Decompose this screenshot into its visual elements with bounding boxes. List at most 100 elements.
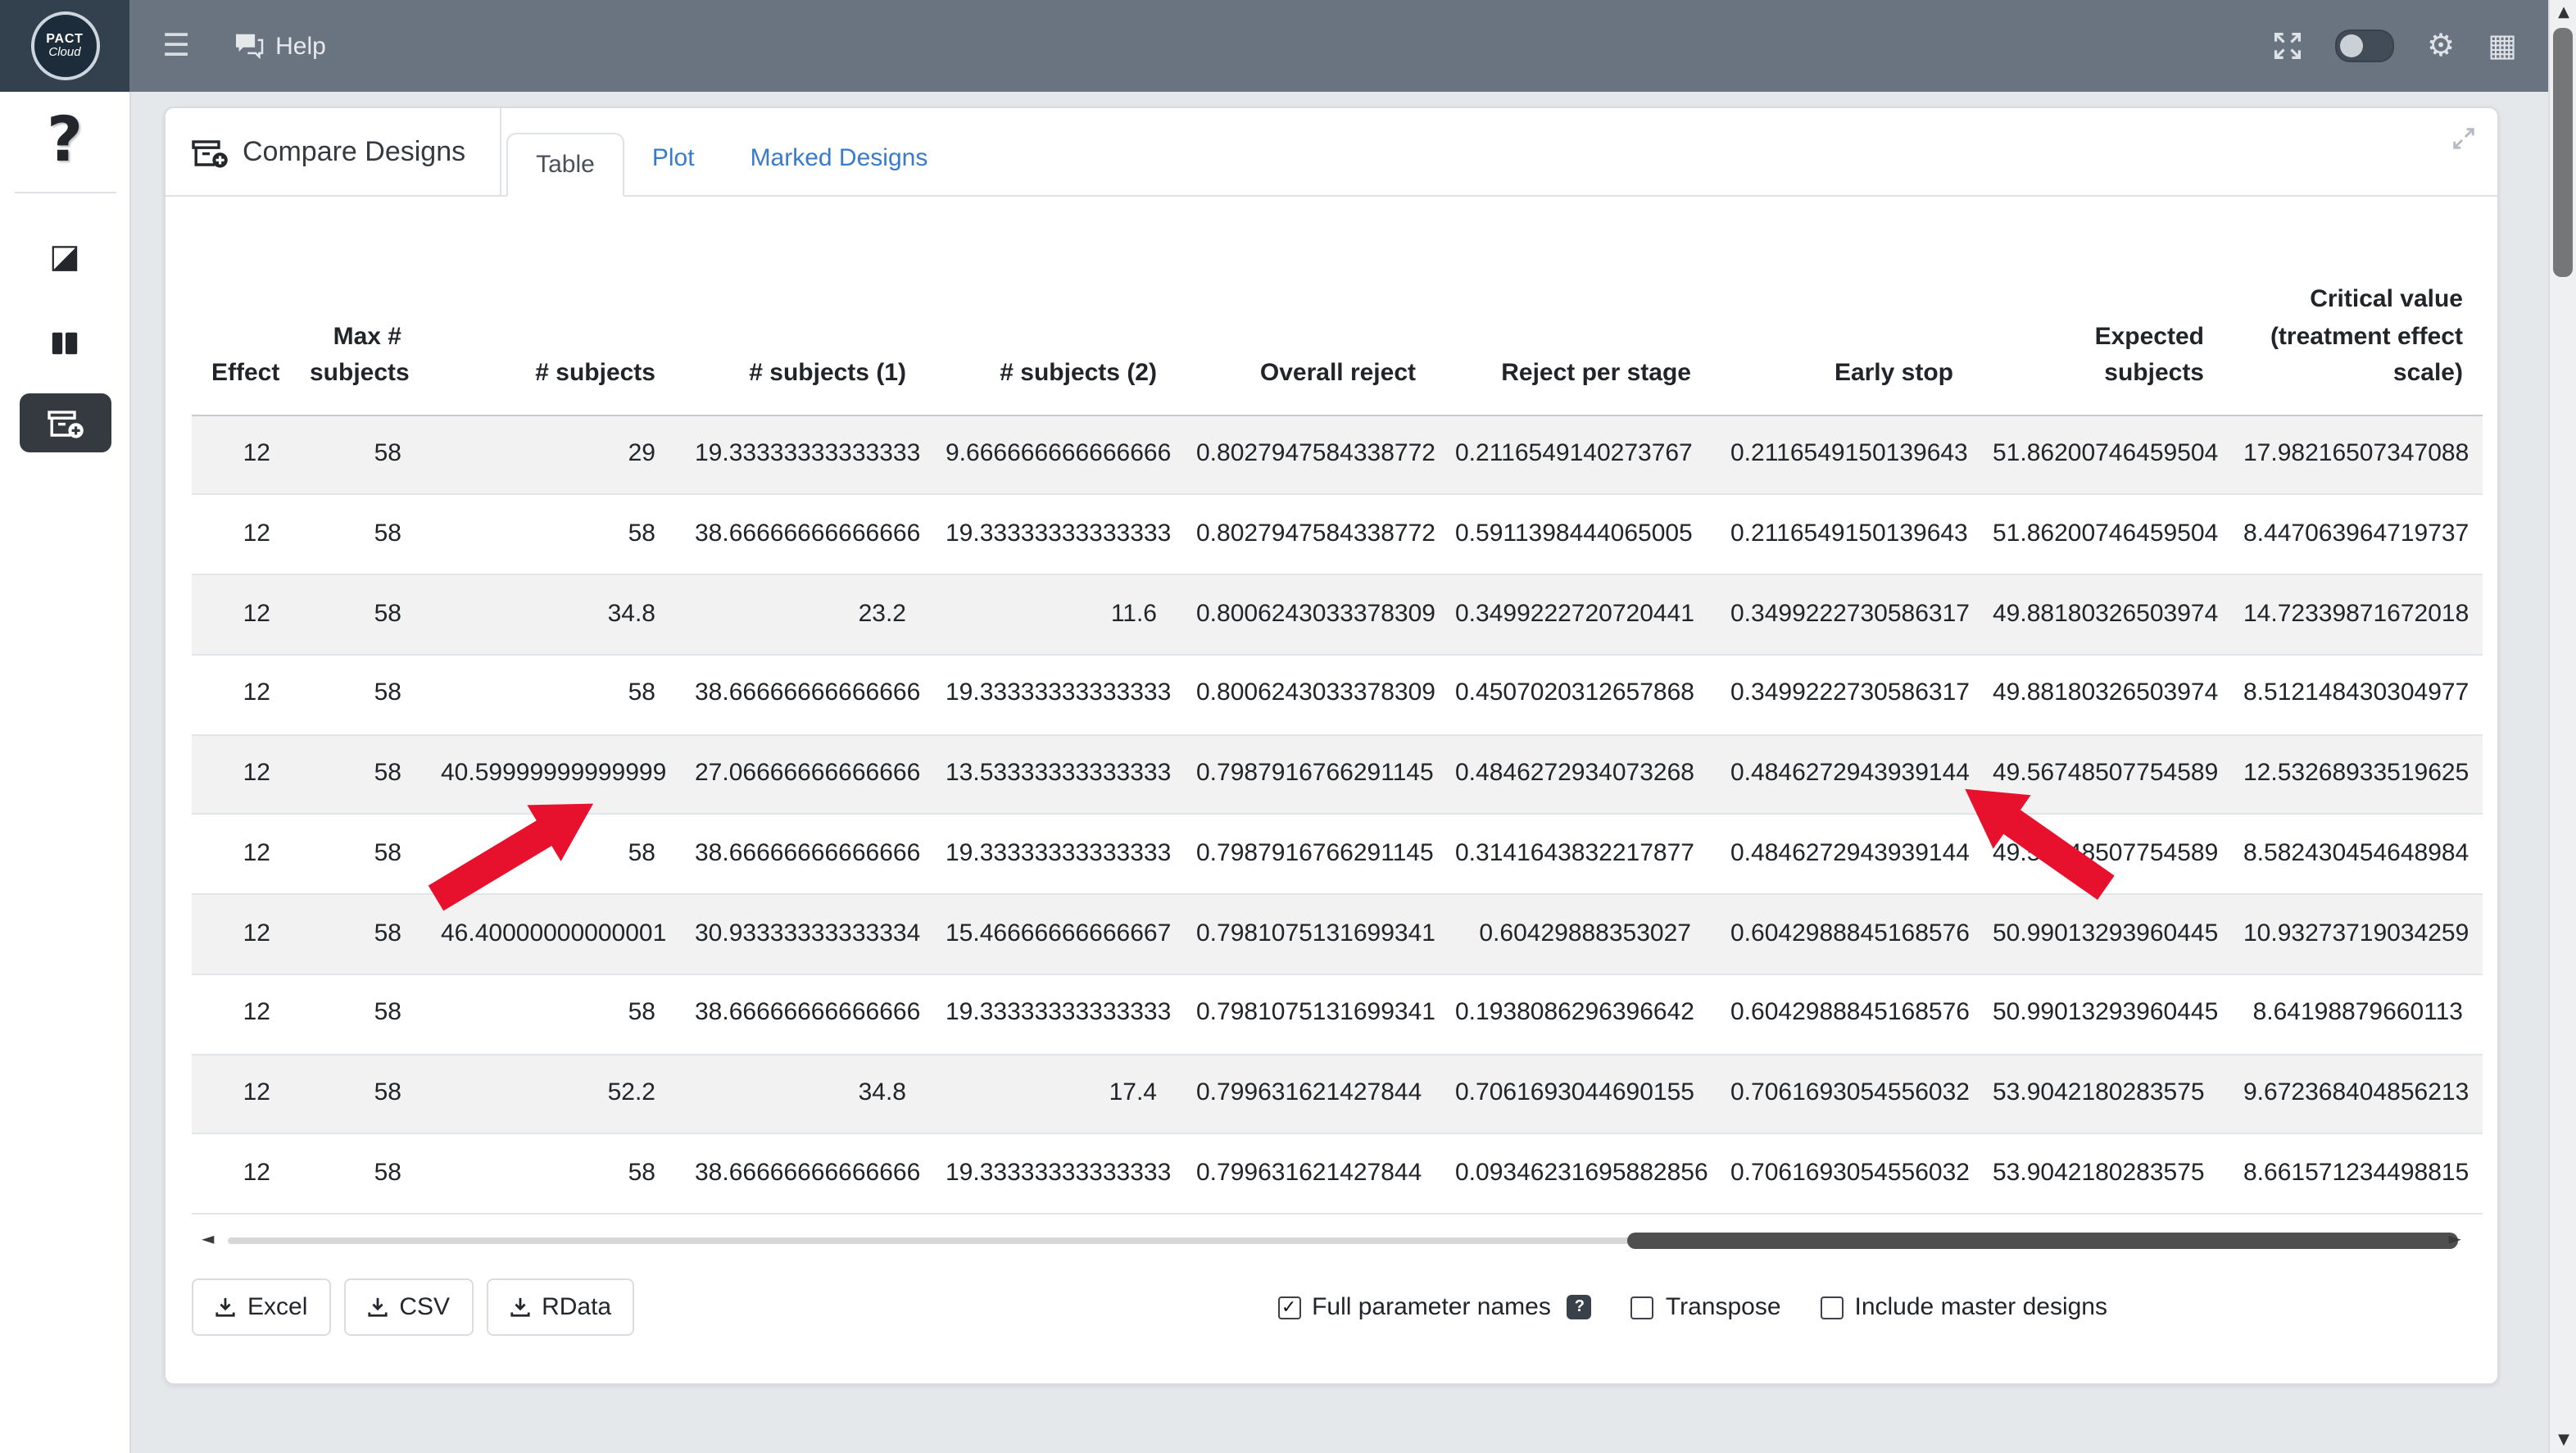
check-icon: ✓ [1281,1298,1296,1316]
table-cell: 0.4846272934073268 [1435,734,1711,815]
help-button[interactable]: Help [234,32,326,60]
scroll-down-arrow[interactable]: ▼ [2550,1432,2576,1448]
checkbox-box: ✓ [1631,1296,1654,1319]
tab-table[interactable]: Table [506,133,624,197]
table-row[interactable]: 125840.5999999999999927.0666666666666613… [192,734,2483,815]
table-cell: 0.4507020312657868 [1435,655,1711,735]
settings-gear-icon[interactable]: ⚙ [2427,30,2455,61]
help-question-icon[interactable]: ? [47,105,83,176]
scroll-right-arrow[interactable]: ► [2449,1229,2461,1252]
column-header: Effect [192,272,290,415]
table-cell: 34.8 [675,1054,926,1134]
column-header: # subjects (2) [926,272,1177,415]
table-wrap: EffectMax # subjects# subjects# subjects… [192,197,2471,1215]
table-cell: 53.9042180283575 [1973,1134,2224,1215]
table-cell: 58 [290,495,421,575]
table-cell: 30.93333333333334 [675,894,926,974]
table-cell: 38.66666666666666 [675,655,926,735]
download-icon [509,1296,530,1318]
table-cell: 14.72339871672018 [2224,574,2483,655]
rdata-download-button[interactable]: RData [486,1278,634,1336]
table-cell: 58 [290,1054,421,1134]
table-row[interactable]: 12582919.333333333333339.666666666666666… [192,415,2483,495]
table-cell: 38.66666666666666 [675,495,926,575]
table-cell: 0.2116549150139643 [1711,415,1973,495]
table-row[interactable]: 12585838.6666666666666619.33333333333333… [192,495,2483,575]
fullscreen-icon[interactable] [2273,31,2302,61]
table-row[interactable]: 12585838.6666666666666619.33333333333333… [192,815,2483,895]
table-cell: 50.99013293960445 [1973,894,2224,974]
table-cell: 58 [421,1134,675,1215]
hscrollbar-thumb[interactable] [1627,1233,2459,1249]
card-title-label: Compare Designs [243,135,465,168]
table-cell: 0.7061693054556032 [1711,1134,1973,1215]
table-cell: 0.3499222720720441 [1435,574,1711,655]
table-cell: 49.56748507754589 [1973,734,2224,815]
table-cell: 8.447063964719737 [2224,495,2483,575]
table-cell: 8.661571234498815 [2224,1134,2483,1215]
table-cell: 12.53268933519625 [2224,734,2483,815]
checkbox-include-master-designs[interactable]: ✓ Include master designs [1821,1293,2108,1321]
app-logo-block[interactable]: PACT Cloud [0,0,129,92]
topbar: ☰ Help ⚙ ▦ [0,0,2576,92]
vertical-scrollbar[interactable]: ▲ ▼ [2548,0,2576,1453]
card-header: Compare Designs Table Plot Marked Design… [166,108,2497,197]
table-row[interactable]: 125846.4000000000000130.9333333333333415… [192,894,2483,974]
sidebar-item-library-icon[interactable] [19,317,111,370]
table-cell: 49.56748507754589 [1973,815,2224,895]
table-row[interactable]: 12585838.6666666666666619.33333333333333… [192,974,2483,1055]
topbar-actions: ⚙ ▦ [2273,30,2517,62]
menu-icon[interactable]: ☰ [162,28,190,64]
table-cell: 58 [290,574,421,655]
table-cell: 51.86200746459504 [1973,415,2224,495]
table-cell: 0.60429888353027 [1435,894,1711,974]
table-row[interactable]: 125852.234.817.40.7996316214278440.70616… [192,1054,2483,1134]
table-cell: 12 [192,974,290,1055]
help-badge-icon[interactable]: ? [1567,1295,1592,1319]
checkbox-full-parameter-names[interactable]: ✓ Full parameter names ? [1277,1293,1592,1321]
table-cell: 10.93273719034259 [2224,894,2483,974]
scroll-left-arrow[interactable]: ◄ [202,1229,214,1252]
table-cell: 58 [421,655,675,735]
table-cell: 17.98216507347088 [2224,415,2483,495]
tab-marked-designs[interactable]: Marked Designs [723,128,956,195]
table-cell: 19.33333333333333 [926,1134,1177,1215]
card-expand-icon[interactable] [2451,126,2476,151]
table-cell: 0.7981075131699341 [1177,894,1435,974]
csv-download-button[interactable]: CSV [343,1278,473,1336]
table-options: ✓ Full parameter names ? ✓ Transpose ✓ I… [1277,1293,2107,1321]
table-cell: 11.6 [926,574,1177,655]
table-row[interactable]: 125834.823.211.60.80062430333783090.3499… [192,574,2483,655]
table-row[interactable]: 12585838.6666666666666619.33333333333333… [192,655,2483,735]
horizontal-scrollbar[interactable]: ◄ ► [195,1228,2468,1254]
table-cell: 0.8027947584338772 [1177,495,1435,575]
table-cell: 0.3499222730586317 [1711,655,1973,735]
compare-designs-box-plus-icon [47,406,83,438]
table-cell: 34.8 [421,574,675,655]
column-header: # subjects [421,272,675,415]
table-cell: 0.7987916766291145 [1177,815,1435,895]
card-title: Compare Designs [166,108,501,195]
sidebar-item-notes-icon[interactable]: ◪ [19,229,111,281]
table-row[interactable]: 12585838.6666666666666619.33333333333333… [192,1134,2483,1215]
app-viewport: ☰ Help ⚙ ▦ PACT Clou [0,0,2576,1453]
table-cell: 12 [192,1134,290,1215]
table-cell: 13.53333333333333 [926,734,1177,815]
table-cell: 29 [421,415,675,495]
sidebar: ? ◪ [0,92,131,1453]
scroll-up-arrow[interactable]: ▲ [2550,5,2576,21]
tab-plot[interactable]: Plot [624,128,723,195]
designs-table: EffectMax # subjects# subjects# subjects… [192,272,2483,1215]
table-cell: 0.6042988845168576 [1711,894,1973,974]
table-cell: 0.5911398444065005 [1435,495,1711,575]
sidebar-item-compare-designs[interactable] [19,393,111,452]
theme-toggle[interactable] [2335,30,2394,62]
checkbox-label: Transpose [1666,1293,1781,1321]
table-cell: 15.46666666666667 [926,894,1177,974]
chat-icon [234,33,264,59]
table-cell: 19.33333333333333 [675,415,926,495]
vscrollbar-thumb[interactable] [2553,28,2573,277]
excel-download-button[interactable]: Excel [192,1278,330,1336]
grid-icon[interactable]: ▦ [2488,30,2517,61]
checkbox-transpose[interactable]: ✓ Transpose [1631,1293,1781,1321]
